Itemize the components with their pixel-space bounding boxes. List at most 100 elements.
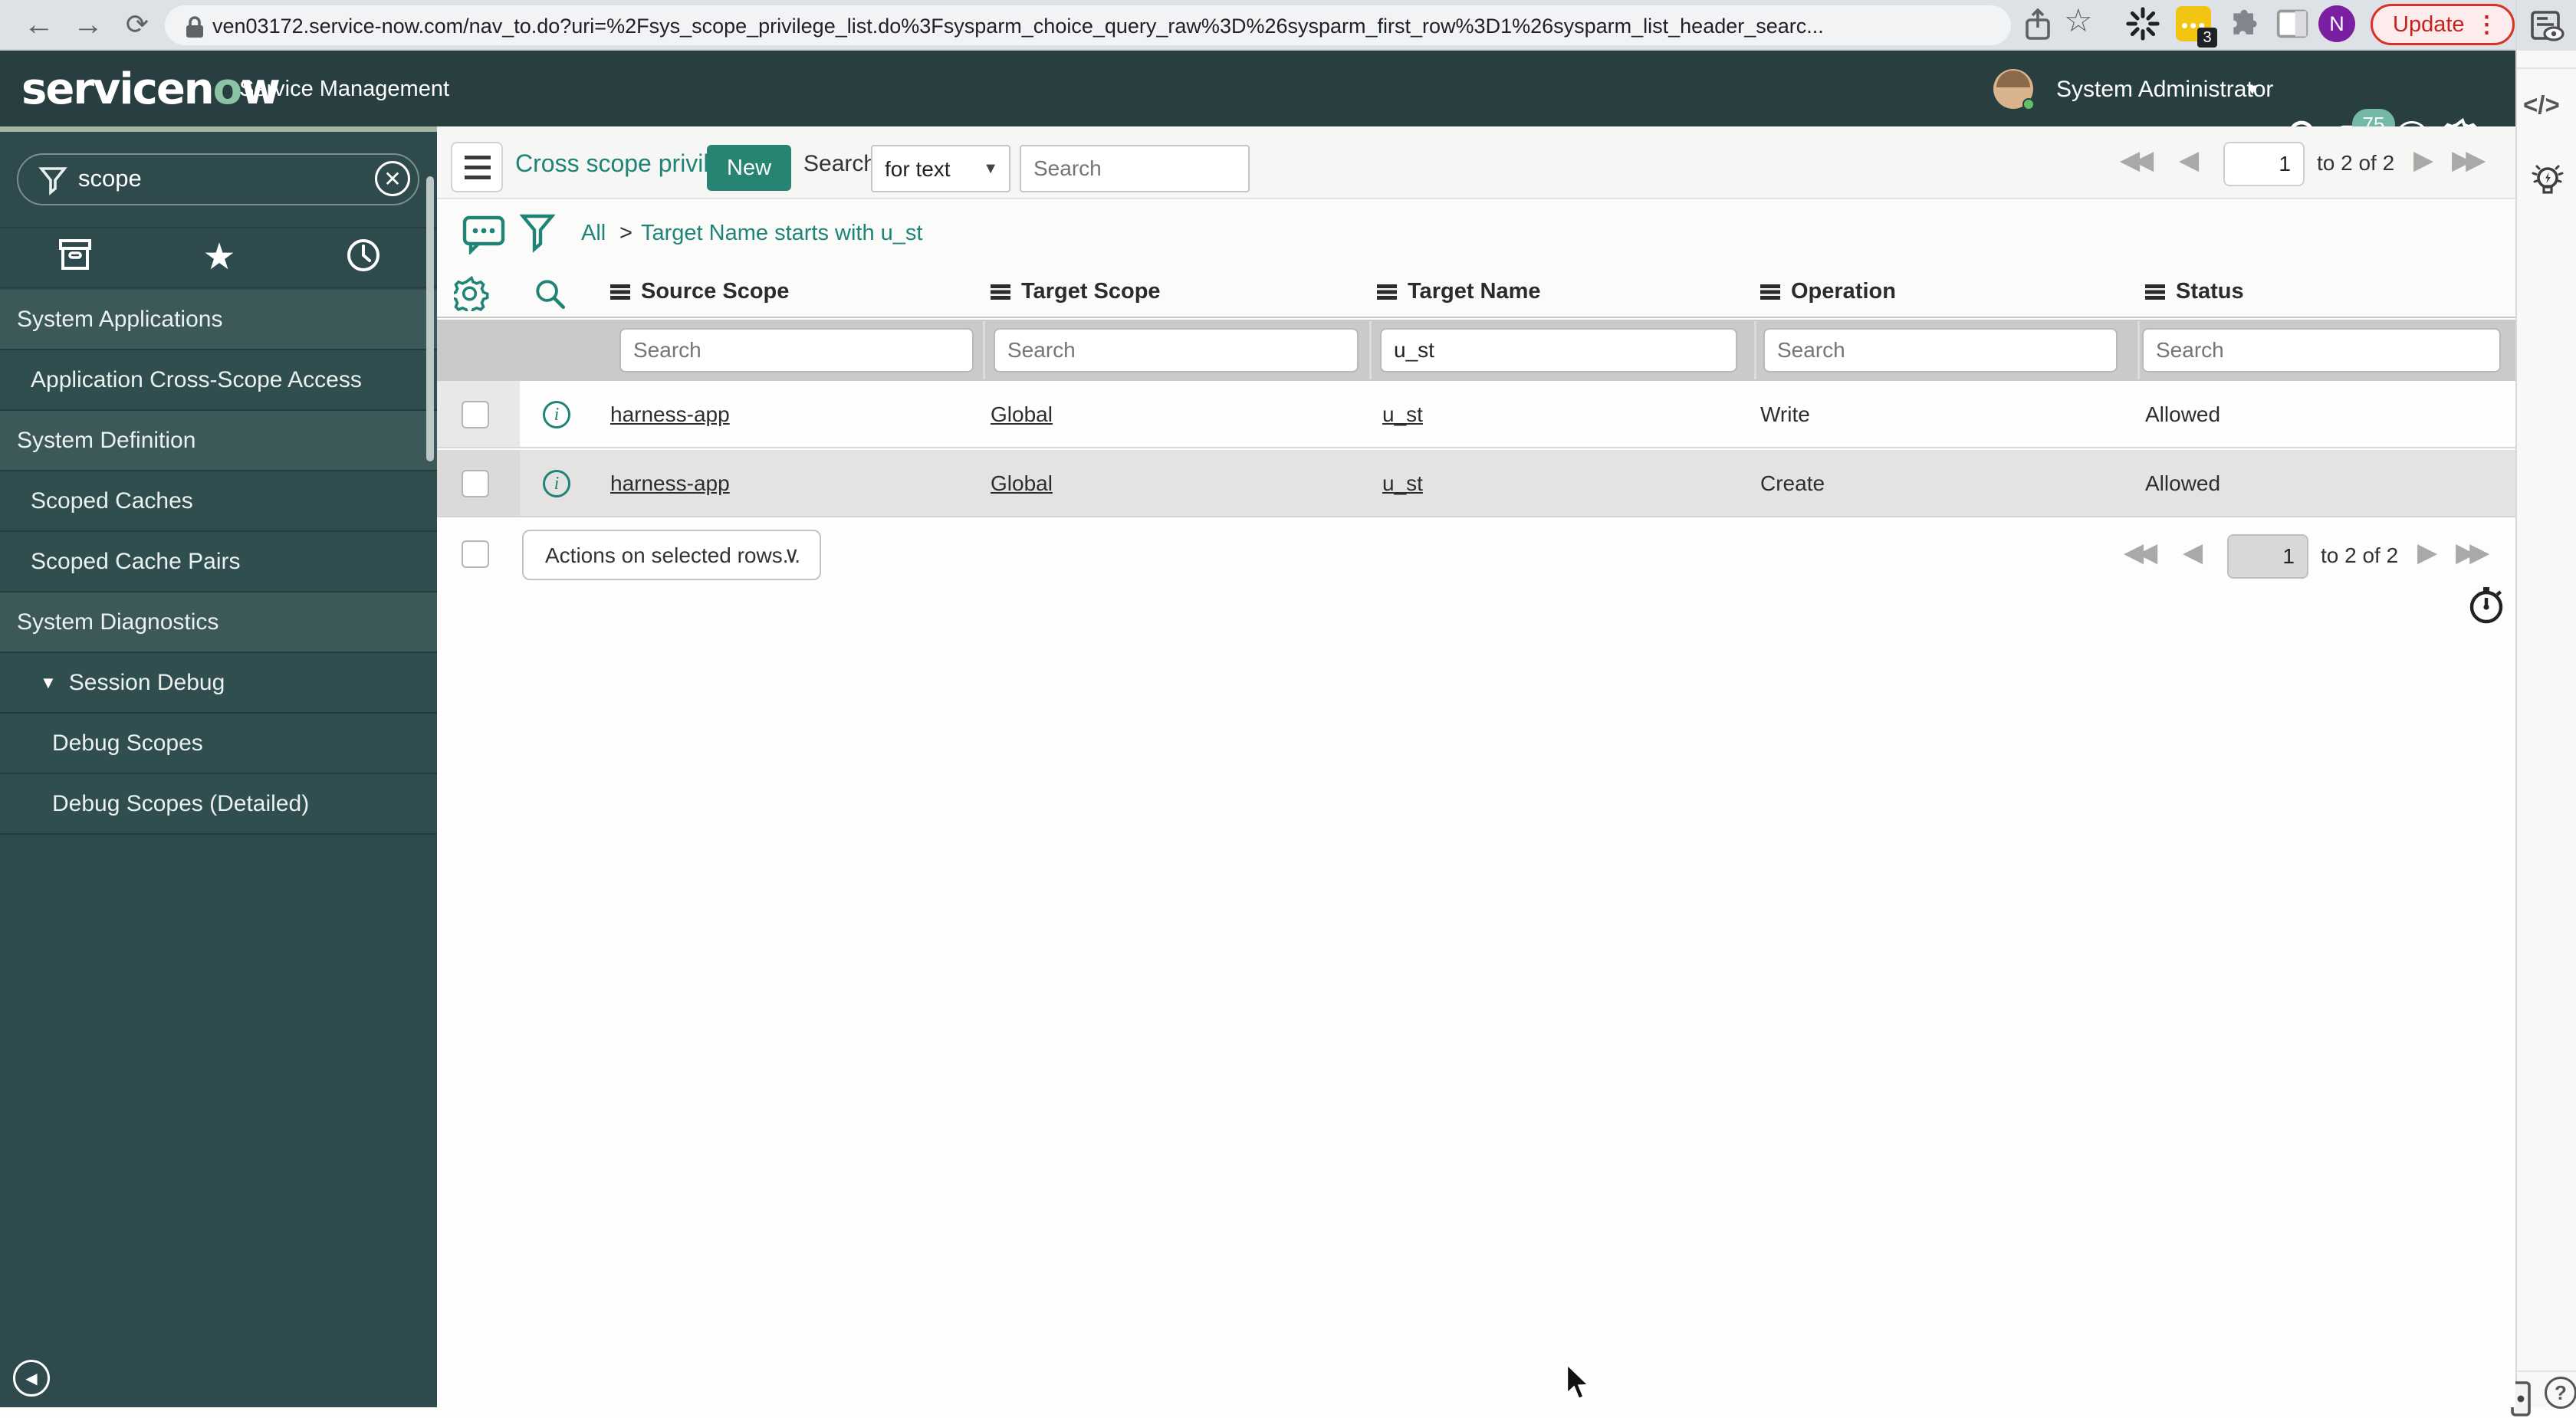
column-menu-icon: [2145, 284, 2165, 300]
tab-favorites[interactable]: ★: [173, 238, 265, 281]
new-button[interactable]: New: [707, 145, 792, 191]
last-page-button[interactable]: ▶▶: [2456, 537, 2489, 568]
browser-menu-icon[interactable]: ⋮: [2476, 11, 2499, 38]
code-panel-icon[interactable]: </>: [2523, 90, 2560, 120]
browser-forward-icon[interactable]: →: [67, 5, 109, 46]
sidebar-section-system-diagnostics[interactable]: System Diagnostics: [0, 592, 437, 653]
list-settings-gear-icon[interactable]: [454, 276, 489, 311]
cell-target-scope[interactable]: Global: [991, 402, 1053, 427]
prev-page-button[interactable]: ◀: [2179, 145, 2199, 176]
sidebar-item-scoped-cache-pairs[interactable]: Scoped Cache Pairs: [0, 532, 437, 592]
prev-page-button[interactable]: ◀: [2183, 537, 2203, 568]
expand-caret-icon[interactable]: ▼: [40, 673, 57, 693]
list-context-menu-icon[interactable]: [451, 142, 503, 192]
filter-target-scope-input[interactable]: [994, 328, 1359, 373]
bookmark-star-icon[interactable]: ☆: [2064, 2, 2093, 39]
cell-operation: Create: [1760, 471, 1825, 495]
tab-all-applications[interactable]: [29, 238, 121, 281]
column-search-toggle-icon[interactable]: [534, 277, 567, 311]
search-label: Search: [803, 151, 877, 176]
activity-stream-icon[interactable]: [462, 215, 506, 254]
user-caret-icon[interactable]: ▼: [2245, 81, 2260, 99]
cell-target-scope[interactable]: Global: [991, 471, 1053, 496]
filter-operation-input[interactable]: [1763, 328, 2118, 373]
page-number-input[interactable]: [2227, 534, 2308, 579]
page-number-input[interactable]: [2223, 142, 2305, 186]
cell-status: Allowed: [2145, 402, 2221, 426]
column-header-operation[interactable]: Operation: [1760, 279, 1896, 304]
browser-reload-icon[interactable]: ⟳: [117, 5, 158, 46]
sidebar-item-session-debug[interactable]: ▼ Session Debug: [0, 653, 437, 714]
column-menu-icon: [610, 284, 630, 300]
filter-target-name-input[interactable]: [1380, 328, 1737, 373]
cell-source-scope[interactable]: harness-app: [610, 402, 730, 427]
page-range-label: to 2 of 2: [2321, 543, 2399, 567]
cell-source-scope[interactable]: harness-app: [610, 471, 730, 496]
column-menu-icon: [991, 284, 1010, 300]
row-info-icon[interactable]: i: [543, 470, 570, 497]
breadcrumb-all-link[interactable]: All: [581, 221, 606, 246]
cell-target-name[interactable]: u_st: [1382, 402, 1423, 427]
column-header-target-scope[interactable]: Target Scope: [991, 279, 1161, 304]
browser-update-button[interactable]: Update ⋮: [2371, 4, 2515, 45]
browser-toolbar: ← → ⟳ ven03172.service-now.com/nav_to.do…: [0, 0, 2576, 51]
breadcrumb-row: All > Target Name starts with u_st: [437, 201, 2515, 267]
browser-profile-avatar[interactable]: N: [2318, 5, 2355, 42]
list-content: Cross scope privileges New Search for te…: [437, 126, 2515, 1407]
browser-extension-strip: </> ?: [2511, 0, 2576, 1416]
extension-yellow-icon[interactable]: ••• 3: [2176, 6, 2217, 48]
extensions-puzzle-icon[interactable]: [2228, 8, 2262, 41]
last-page-button[interactable]: ▶▶: [2452, 145, 2486, 176]
row-info-icon[interactable]: i: [543, 401, 570, 428]
browser-back-icon[interactable]: ←: [18, 5, 60, 46]
breadcrumb-filter-icon[interactable]: [520, 213, 555, 253]
sidebar-item-application-cross-scope-access[interactable]: Application Cross-Scope Access: [0, 350, 437, 411]
row-checkbox[interactable]: [462, 470, 489, 497]
filter-status-input[interactable]: [2142, 328, 2501, 373]
collapse-navigator-button[interactable]: ◀: [13, 1360, 50, 1397]
share-icon[interactable]: [2022, 8, 2053, 41]
first-page-button[interactable]: ◀◀: [2120, 145, 2154, 176]
response-time-icon[interactable]: [2467, 585, 2507, 625]
sidebar-item-debug-scopes-detailed[interactable]: Debug Scopes (Detailed): [0, 774, 437, 835]
sidebar-section-system-applications[interactable]: System Applications: [0, 290, 437, 350]
sidebar-item-debug-scopes[interactable]: Debug Scopes: [0, 714, 437, 774]
navigator-filter-box[interactable]: ✕: [17, 153, 419, 205]
cell-target-name[interactable]: u_st: [1382, 471, 1423, 496]
extension-spinner-icon[interactable]: [2125, 6, 2160, 41]
extension-badge: 3: [2197, 28, 2217, 48]
url-text: ven03172.service-now.com/nav_to.do?uri=%…: [212, 15, 1824, 38]
user-avatar[interactable]: [1993, 69, 2035, 110]
sidebar-scrollbar[interactable]: [426, 176, 434, 461]
actions-dropdown[interactable]: Actions on selected rows... ∨: [522, 530, 821, 580]
list-search-input[interactable]: [1020, 145, 1250, 192]
clear-filter-icon[interactable]: ✕: [375, 161, 410, 196]
tab-history[interactable]: [317, 238, 409, 281]
address-bar[interactable]: ven03172.service-now.com/nav_to.do?uri=%…: [165, 5, 2011, 45]
sidebar-top-accent: [0, 126, 437, 132]
navigator-filter-input[interactable]: [78, 158, 339, 199]
lock-icon: [186, 16, 203, 38]
filter-source-scope-input[interactable]: [619, 328, 974, 373]
page-range-label: to 2 of 2: [2317, 151, 2395, 175]
sidebar-item-scoped-caches[interactable]: Scoped Caches: [0, 471, 437, 532]
side-panel-icon[interactable]: [2275, 8, 2309, 40]
select-all-checkbox[interactable]: [462, 540, 489, 568]
servicenow-banner: servicenow Service Management System Adm…: [0, 51, 2515, 159]
row-checkbox[interactable]: [462, 401, 489, 428]
column-menu-icon: [1760, 284, 1780, 300]
column-header-source-scope[interactable]: Source Scope: [610, 279, 789, 304]
next-page-button[interactable]: ▶: [2417, 537, 2437, 568]
user-menu[interactable]: System Administrator: [2056, 77, 2273, 103]
first-page-button[interactable]: ◀◀: [2124, 537, 2157, 568]
column-header-target-name[interactable]: Target Name: [1377, 279, 1541, 304]
reading-list-icon[interactable]: [2529, 11, 2566, 43]
lightbulb-icon[interactable]: [2528, 161, 2568, 201]
next-page-button[interactable]: ▶: [2413, 145, 2433, 176]
search-type-select[interactable]: for text ▼: [871, 145, 1010, 192]
breadcrumb-filter-link[interactable]: Target Name starts with u_st: [641, 221, 922, 246]
filter-funnel-icon: [38, 167, 67, 195]
column-header-status[interactable]: Status: [2145, 279, 2244, 304]
sidebar-section-system-definition[interactable]: System Definition: [0, 411, 437, 471]
help-bubble-icon[interactable]: ?: [2545, 1377, 2576, 1409]
